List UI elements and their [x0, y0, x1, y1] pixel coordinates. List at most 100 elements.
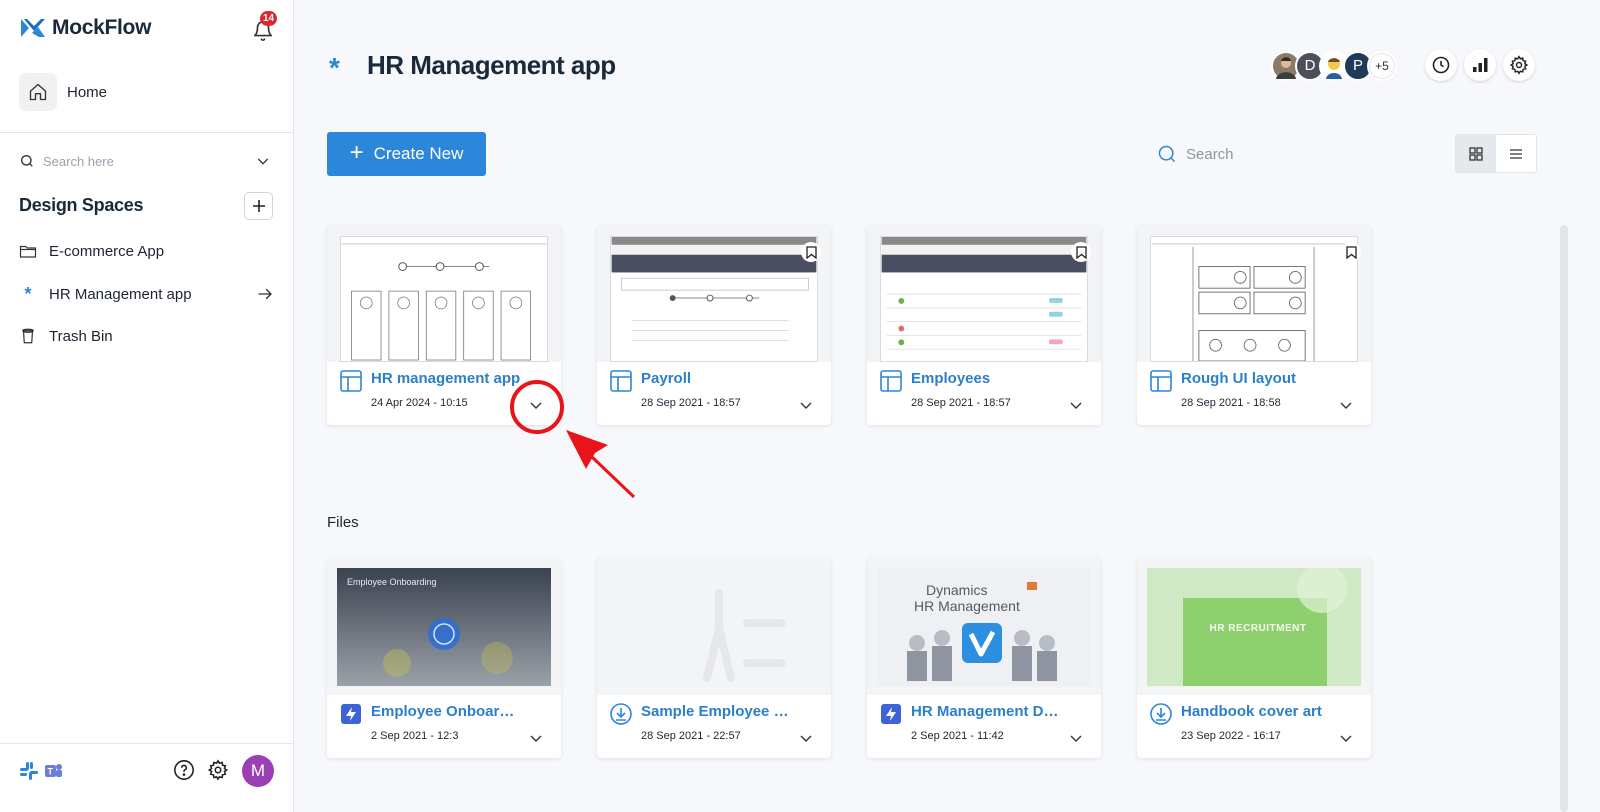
download-icon [1150, 703, 1172, 725]
sidebar-item-ecommerce-app[interactable]: E-commerce App [19, 239, 274, 263]
card-options-button[interactable] [792, 391, 820, 419]
chevron-down-icon [530, 735, 542, 742]
file-card-employee-onboarding[interactable]: Employee Onboarding Employee Onboarding … [327, 558, 561, 758]
thumb-caption-line: Dynamics [926, 582, 988, 598]
user-avatar[interactable]: M [242, 755, 274, 787]
bookmark-icon[interactable] [1341, 242, 1361, 262]
list-icon [1510, 148, 1522, 159]
sidebar-item-trash-bin[interactable]: Trash Bin [19, 324, 274, 348]
sidebar-footer: T M [0, 743, 294, 812]
card-title[interactable]: Rough UI layout [1181, 370, 1331, 387]
analytics-button[interactable] [1464, 49, 1496, 81]
list-view-button[interactable] [1496, 135, 1536, 172]
card-title[interactable]: Payroll [641, 370, 791, 387]
mockflow-logo[interactable]: MockFlow [20, 16, 151, 40]
arrow-right-icon[interactable] [256, 285, 274, 303]
card-options-button[interactable] [1332, 391, 1360, 419]
sidebar-item-label: HR Management app [49, 285, 192, 303]
page-title: HR Management app [367, 50, 616, 80]
files-section-label: Files [327, 514, 359, 531]
card-title[interactable]: HR management app [371, 370, 521, 387]
card-date: 28 Sep 2021 - 18:58 [1181, 397, 1281, 409]
file-card-hr-management-dynamics[interactable]: Dynamics HR Management HR Management Dyn… [867, 558, 1101, 758]
file-thumbnail: Dynamics HR Management [867, 558, 1101, 695]
sidebar: MockFlow 14 Home Search here Design Spac… [0, 0, 294, 812]
grid-view-button[interactable] [1456, 135, 1496, 172]
file-thumbnail: Employee Onboarding [327, 558, 561, 695]
design-card-employees[interactable]: Employees 28 Sep 2021 - 18:57 [867, 225, 1101, 425]
wireframe-preview [340, 236, 548, 362]
chevron-down-icon [1340, 402, 1352, 409]
create-new-button[interactable]: + Create New [327, 132, 486, 176]
card-options-button[interactable] [522, 724, 550, 752]
document-placeholder-preview [607, 568, 821, 686]
add-design-space-button[interactable] [244, 192, 273, 220]
wireframe-icon [610, 370, 632, 392]
chevron-down-icon[interactable] [255, 153, 271, 169]
wireframe-icon [1150, 370, 1172, 392]
bookmark-icon[interactable] [1071, 242, 1091, 262]
brand-name: MockFlow [52, 16, 152, 39]
main-search[interactable]: Search [1157, 142, 1437, 166]
sidebar-search[interactable]: Search here [19, 150, 271, 172]
design-card-payroll[interactable]: Payroll 28 Sep 2021 - 18:57 [597, 225, 831, 425]
sidebar-search-input[interactable]: Search here [43, 154, 255, 169]
file-thumbnail: HR RECRUITMENT [1137, 558, 1371, 695]
design-spaces-title: Design Spaces [19, 195, 144, 215]
design-card-rough-ui-layout[interactable]: Rough UI layout 28 Sep 2021 - 18:58 [1137, 225, 1371, 425]
home-icon [19, 73, 57, 111]
sidebar-item-hr-management-app[interactable]: * HR Management app [19, 282, 274, 306]
view-toggle [1455, 134, 1537, 173]
trash-icon [22, 328, 34, 344]
card-title[interactable]: Handbook cover art [1181, 703, 1331, 720]
thumb-caption: HR RECRUITMENT [1209, 623, 1307, 634]
card-options-button[interactable] [1062, 391, 1090, 419]
notification-count-badge: 14 [260, 11, 278, 26]
scrollbar[interactable] [1560, 225, 1568, 812]
asterisk-icon: * [24, 283, 32, 304]
wireframe-preview [610, 236, 818, 362]
file-card-sample-employee-handbook[interactable]: Sample Employee Handbook 28 Sep 2021 - 2… [597, 558, 831, 758]
card-options-button[interactable] [1062, 724, 1090, 752]
bookmark-icon[interactable] [801, 242, 821, 262]
chevron-down-icon [1340, 735, 1352, 742]
card-title[interactable]: HR Management Dynamics [911, 703, 1061, 720]
card-date: 28 Sep 2021 - 22:57 [641, 730, 741, 742]
settings-gear-icon[interactable] [207, 759, 229, 781]
card-options-button[interactable] [522, 391, 550, 419]
chevron-down-icon [1070, 735, 1082, 742]
space-settings-button[interactable] [1503, 49, 1535, 81]
sidebar-item-home[interactable]: Home [19, 73, 107, 111]
card-options-button[interactable] [1332, 724, 1360, 752]
sidebar-item-label: E-commerce App [49, 242, 165, 260]
card-title[interactable]: Employee Onboarding [371, 703, 521, 720]
card-title[interactable]: Sample Employee Handbook [641, 703, 791, 720]
history-button[interactable] [1425, 49, 1457, 81]
thumb-caption: Employee Onboarding [347, 577, 437, 587]
sidebar-divider [0, 132, 294, 133]
create-new-label: Create New [373, 144, 464, 163]
help-icon[interactable] [173, 759, 195, 781]
svg-text:T: T [48, 767, 54, 777]
wireframe-icon [340, 370, 362, 392]
teams-icon[interactable]: T [42, 760, 64, 782]
slack-icon[interactable] [18, 760, 40, 782]
more-members-badge[interactable]: +5 [1367, 51, 1397, 81]
search-input[interactable]: Search [1186, 146, 1234, 163]
wireframe-preview [1150, 236, 1358, 362]
file-card-handbook-cover-art[interactable]: HR RECRUITMENT Handbook cover art 23 Sep… [1137, 558, 1371, 758]
folder-icon [19, 245, 37, 258]
plus-icon: + [349, 139, 364, 166]
card-title[interactable]: Employees [911, 370, 1061, 387]
wireframe-preview [880, 236, 1088, 362]
design-card-hr-management-app[interactable]: HR management app 24 Apr 2024 - 10:15 [327, 225, 561, 425]
download-icon [610, 703, 632, 725]
design-thumbnail [597, 225, 831, 362]
thumb-caption: Dynamics HR Management [914, 582, 1020, 614]
card-date: 23 Sep 2022 - 16:17 [1181, 730, 1281, 742]
integrations: T [18, 760, 64, 782]
clock-icon [1432, 56, 1450, 74]
member-avatars[interactable]: D P +5 [1271, 51, 1397, 81]
card-date: 24 Apr 2024 - 10:15 [371, 397, 468, 409]
card-options-button[interactable] [792, 724, 820, 752]
